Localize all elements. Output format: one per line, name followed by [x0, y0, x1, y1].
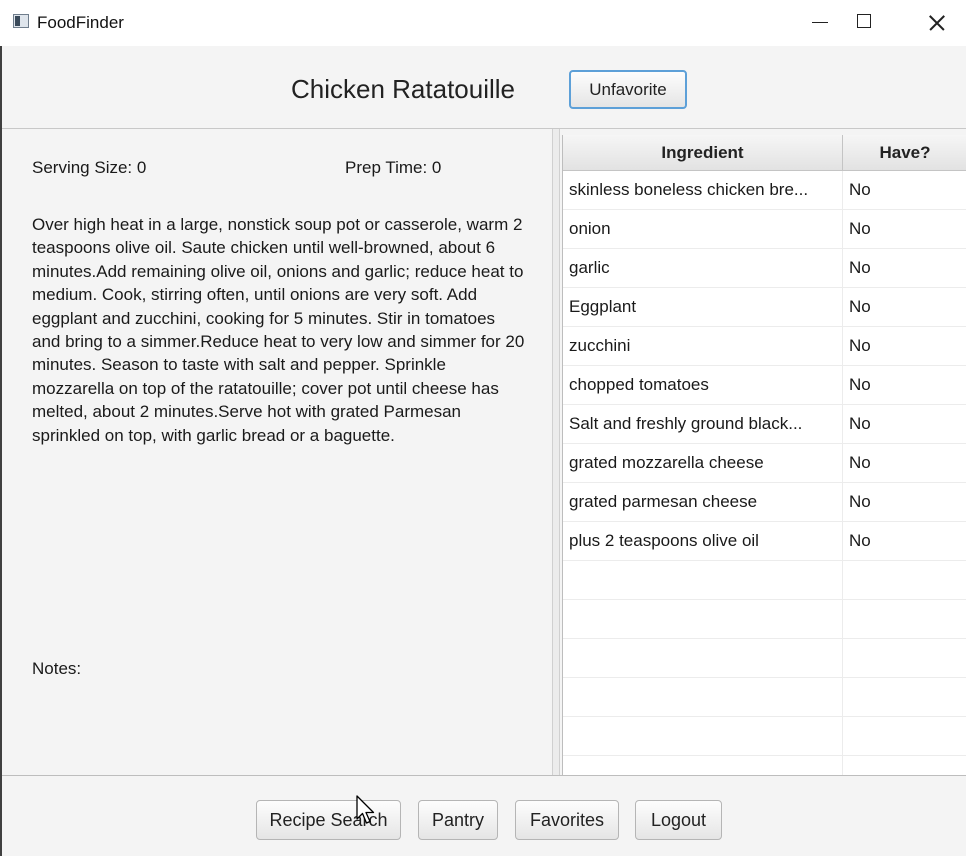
ingredient-cell	[569, 600, 837, 638]
table-row[interactable]	[563, 639, 966, 678]
have-cell: No	[849, 453, 871, 472]
table-row[interactable]: grated parmesan cheese No	[563, 483, 966, 522]
recipe-instructions: Over high heat in a large, nonstick soup…	[32, 215, 525, 445]
ingredient-cell: Salt and freshly ground black...	[569, 414, 803, 433]
app-window: FoodFinder Chicken Ratatouille Unfavorit…	[0, 0, 966, 856]
have-cell: No	[849, 180, 871, 199]
logout-button[interactable]: Logout	[635, 800, 722, 840]
have-cell: No	[849, 297, 871, 316]
table-row[interactable]: onion No	[563, 210, 966, 249]
ingredient-cell: onion	[569, 219, 611, 238]
have-cell: No	[849, 531, 871, 550]
app-window-icon	[13, 14, 29, 28]
table-row[interactable]: zucchini No	[563, 327, 966, 366]
have-cell: No	[849, 336, 871, 355]
window-title: FoodFinder	[37, 13, 124, 32]
ingredient-cell: garlic	[569, 258, 610, 277]
have-cell: No	[849, 258, 871, 277]
column-header-ingredient[interactable]: Ingredient	[563, 135, 843, 170]
table-header: Ingredient Have?	[563, 135, 966, 171]
recipe-title: Chicken Ratatouille	[291, 74, 516, 104]
recipe-search-button[interactable]: Recipe Search	[256, 800, 401, 840]
minimize-icon[interactable]	[796, 0, 842, 46]
table-row[interactable]	[563, 678, 966, 717]
table-row[interactable]	[563, 600, 966, 639]
ingredients-table[interactable]: Ingredient Have? skinless boneless chick…	[562, 135, 966, 775]
table-row[interactable]	[563, 561, 966, 600]
serving-size-label: Serving Size: 0	[32, 158, 147, 177]
split-pane-divider[interactable]	[552, 129, 560, 775]
ingredient-cell: grated mozzarella cheese	[569, 453, 764, 472]
have-cell: No	[849, 375, 871, 394]
table-row[interactable]: chopped tomatoes No	[563, 366, 966, 405]
have-cell: No	[849, 219, 871, 238]
table-row[interactable]: grated mozzarella cheese No	[563, 444, 966, 483]
unfavorite-button[interactable]: Unfavorite	[569, 70, 687, 109]
ingredient-cell	[569, 561, 837, 599]
table-row[interactable]	[563, 717, 966, 756]
pantry-button[interactable]: Pantry	[418, 800, 498, 840]
title-bar[interactable]: FoodFinder	[0, 0, 966, 46]
table-row[interactable]: Eggplant No	[563, 288, 966, 327]
ingredient-cell	[569, 639, 837, 677]
table-row[interactable]: plus 2 teaspoons olive oil No	[563, 522, 966, 561]
ingredient-cell: chopped tomatoes	[569, 375, 709, 394]
ingredient-cell: Eggplant	[569, 297, 637, 316]
mouse-pointer-icon	[356, 795, 375, 824]
ingredient-cell	[569, 678, 837, 716]
column-header-have[interactable]: Have?	[843, 135, 966, 170]
ingredient-cell: skinless boneless chicken bre...	[569, 180, 809, 199]
ingredient-cell: zucchini	[569, 336, 631, 355]
have-cell: No	[849, 414, 871, 433]
ingredient-cell: plus 2 teaspoons olive oil	[569, 531, 759, 550]
ingredient-cell	[569, 717, 837, 755]
table-row[interactable]: Salt and freshly ground black... No	[563, 405, 966, 444]
close-icon[interactable]	[912, 0, 958, 46]
notes-label: Notes:	[32, 659, 82, 678]
table-row[interactable]: skinless boneless chicken bre... No	[563, 171, 966, 210]
ingredient-cell: grated parmesan cheese	[569, 492, 758, 511]
table-row[interactable]: garlic No	[563, 249, 966, 288]
table-body: skinless boneless chicken bre... No onion N…	[563, 171, 966, 756]
favorites-button[interactable]: Favorites	[515, 800, 619, 840]
have-cell: No	[849, 492, 871, 511]
prep-time-label: Prep Time: 0	[345, 158, 442, 177]
maximize-icon[interactable]	[842, 0, 888, 46]
